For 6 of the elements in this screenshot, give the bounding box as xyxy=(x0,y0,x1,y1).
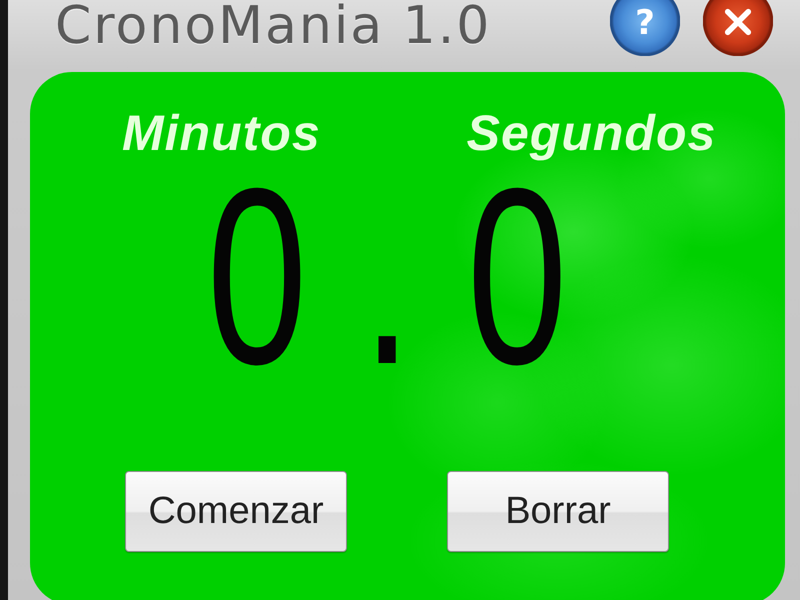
clear-button[interactable]: Borrar xyxy=(447,471,669,552)
start-button[interactable]: Comenzar xyxy=(125,471,347,552)
unit-label: Minutos xyxy=(122,108,321,158)
window-title: CronoMania 1.0 xyxy=(55,0,492,52)
close-icon xyxy=(724,8,752,36)
close-button[interactable] xyxy=(703,0,773,56)
